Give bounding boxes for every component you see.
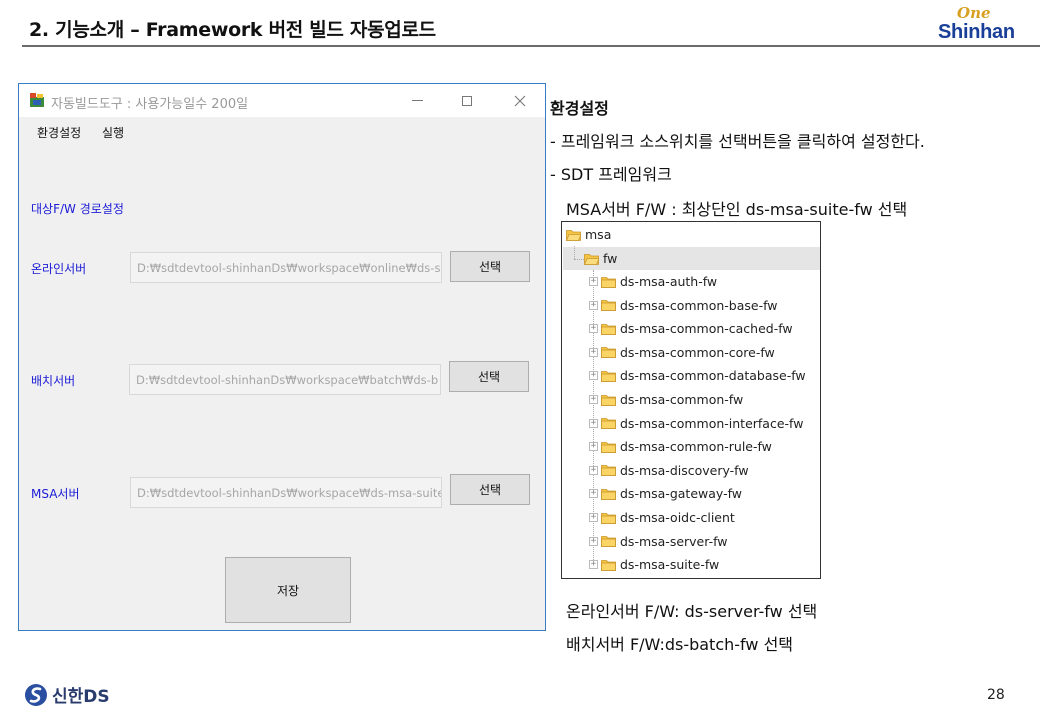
tree-expand-icon[interactable]: + <box>589 395 598 404</box>
folder-icon <box>601 323 616 335</box>
folder-open-icon <box>584 253 599 265</box>
tree-item-label: ds-msa-common-cached-fw <box>620 321 793 337</box>
shinhan-logo-icon <box>25 683 47 706</box>
menu-settings[interactable]: 환경설정 <box>37 124 81 141</box>
folder-icon <box>601 559 616 571</box>
title-divider <box>22 45 1040 47</box>
tree-item-label: ds-msa-server-fw <box>620 533 728 549</box>
menu-bar: 환경설정 실행 <box>19 117 545 143</box>
maximize-icon <box>462 95 472 106</box>
app-icon <box>30 93 44 107</box>
label-batch-server: 배치서버 <box>31 374 76 388</box>
tree-item[interactable]: ds-msa-common-database-fw <box>601 364 806 387</box>
tree-item-label: ds-msa-common-rule-fw <box>620 439 772 455</box>
tree-item[interactable]: ds-msa-common-base-fw <box>601 294 777 317</box>
note-line-3: MSA서버 F/W : 최상단인 ds-msa-suite-fw 선택 <box>566 200 908 219</box>
logo-shinhan-text: Shinhan <box>938 21 1015 43</box>
tree-item[interactable]: ds-msa-gateway-fw <box>601 482 742 505</box>
msa-server-path-field[interactable]: D:₩sdtdevtool-shinhanDs₩workspace₩ds-msa… <box>130 477 442 508</box>
note-line-1: - 프레임워크 소스위치를 선택버튼을 클릭하여 설정한다. <box>550 132 925 151</box>
tree-expand-icon[interactable]: + <box>589 442 598 452</box>
tree-node-fw[interactable]: fw <box>584 247 617 270</box>
slide-title: 2. 기능소개 – Framework 버전 빌드 자동업로드 <box>29 19 436 41</box>
window-titlebar[interactable]: 자동빌드도구 : 사용가능일수 200일 <box>19 84 545 117</box>
folder-icon <box>601 300 616 311</box>
folder-icon <box>601 441 616 453</box>
tree-item[interactable]: ds-msa-suite-fw <box>601 553 719 576</box>
folder-icon <box>601 347 616 359</box>
tree-item-label: ds-msa-common-base-fw <box>620 297 778 313</box>
tree-item-label: ds-msa-auth-fw <box>620 274 718 289</box>
tree-connector <box>574 259 584 260</box>
note-line-2: - SDT 프레임워크 <box>550 165 672 184</box>
tree-expand-icon[interactable]: + <box>589 536 598 546</box>
tree-item-label: ds-msa-common-core-fw <box>620 344 775 360</box>
folder-icon <box>601 465 616 477</box>
tree-item[interactable]: ds-msa-common-fw <box>601 388 743 411</box>
tree-node-label: msa <box>585 227 612 242</box>
tree-item[interactable]: ds-msa-common-interface-fw <box>601 412 803 435</box>
folder-icon <box>601 370 616 382</box>
close-icon <box>514 95 526 106</box>
folder-open-icon <box>566 229 581 241</box>
tree-node-label: fw <box>603 251 618 266</box>
tree-expand-icon[interactable]: + <box>589 277 598 286</box>
tree-expand-icon[interactable]: + <box>589 347 598 357</box>
section-label-fw-path: 대상F/W 경로설정 <box>31 202 124 216</box>
app-window: 자동빌드도구 : 사용가능일수 200일 환경설정 실행 대상F/W 경로설정 … <box>18 83 546 631</box>
tree-expand-icon[interactable]: + <box>589 324 598 334</box>
tree-item-label: ds-msa-common-interface-fw <box>620 415 804 431</box>
folder-icon <box>601 394 616 406</box>
tree-item-label: ds-msa-suite-fw <box>620 557 720 573</box>
tree-item-label: ds-msa-common-fw <box>620 392 744 407</box>
page-number: 28 <box>987 687 1005 703</box>
tree-item[interactable]: ds-msa-server-fw <box>601 530 728 553</box>
msa-server-select-button[interactable]: 선택 <box>450 474 530 505</box>
online-server-select-button[interactable]: 선택 <box>450 251 530 282</box>
tree-expand-icon[interactable]: + <box>589 418 598 428</box>
maximize-button[interactable] <box>444 84 490 117</box>
label-msa-server: MSA서버 <box>31 487 80 501</box>
menu-run[interactable]: 실행 <box>102 124 124 141</box>
label-online-server: 온라인서버 <box>31 262 87 276</box>
folder-icon <box>601 418 616 429</box>
close-button[interactable] <box>497 84 543 117</box>
minimize-button[interactable] <box>394 84 440 117</box>
folder-icon <box>601 512 616 524</box>
tree-item[interactable]: ds-msa-common-core-fw <box>601 341 775 364</box>
folder-icon <box>601 488 616 500</box>
logo-one-text: One <box>957 4 991 22</box>
tree-item-label: ds-msa-gateway-fw <box>620 486 742 502</box>
footer-logo: 신한DS <box>24 682 110 707</box>
tree-item-label: ds-msa-discovery-fw <box>620 462 749 478</box>
tree-item[interactable]: ds-msa-auth-fw <box>601 270 717 293</box>
folder-tree: msa fw + ds-msa-auth-fw + ds-msa-common-bas… <box>561 221 821 579</box>
tree-expand-icon[interactable]: + <box>589 489 598 499</box>
tree-item[interactable]: ds-msa-oidc-client <box>601 506 735 529</box>
online-server-path-field[interactable]: D:₩sdtdevtool-shinhanDs₩workspace₩online… <box>130 252 442 283</box>
tree-expand-icon[interactable]: + <box>589 465 598 475</box>
tree-expand-icon[interactable]: + <box>589 371 598 381</box>
tree-expand-icon[interactable]: + <box>589 513 598 522</box>
batch-server-path-field[interactable]: D:₩sdtdevtool-shinhanDs₩workspace₩batch₩… <box>129 364 441 395</box>
tree-node-root[interactable]: msa <box>566 223 611 246</box>
note-line-4: 온라인서버 F/W: ds-server-fw 선택 <box>566 602 818 621</box>
tree-item[interactable]: ds-msa-common-cached-fw <box>601 317 793 340</box>
save-button[interactable]: 저장 <box>225 557 351 623</box>
note-line-5: 배치서버 F/W:ds-batch-fw 선택 <box>566 635 794 654</box>
footer-brand: 신한DS <box>52 687 110 707</box>
minimize-icon <box>411 100 423 101</box>
tree-item-label: ds-msa-oidc-client <box>620 510 735 525</box>
tree-item[interactable]: ds-msa-common-rule-fw <box>601 435 772 458</box>
tree-expand-icon[interactable]: + <box>589 560 598 570</box>
tree-item-label: ds-msa-common-database-fw <box>620 368 806 384</box>
tree-expand-icon[interactable]: + <box>589 300 598 310</box>
notes-heading: 환경설정 <box>550 99 609 118</box>
folder-icon <box>601 276 616 288</box>
folder-icon <box>601 536 616 547</box>
tree-item[interactable]: ds-msa-discovery-fw <box>601 459 749 482</box>
batch-server-select-button[interactable]: 선택 <box>449 361 529 392</box>
tree-connector <box>574 246 575 259</box>
window-title: 자동빌드도구 : 사용가능일수 200일 <box>51 97 249 112</box>
